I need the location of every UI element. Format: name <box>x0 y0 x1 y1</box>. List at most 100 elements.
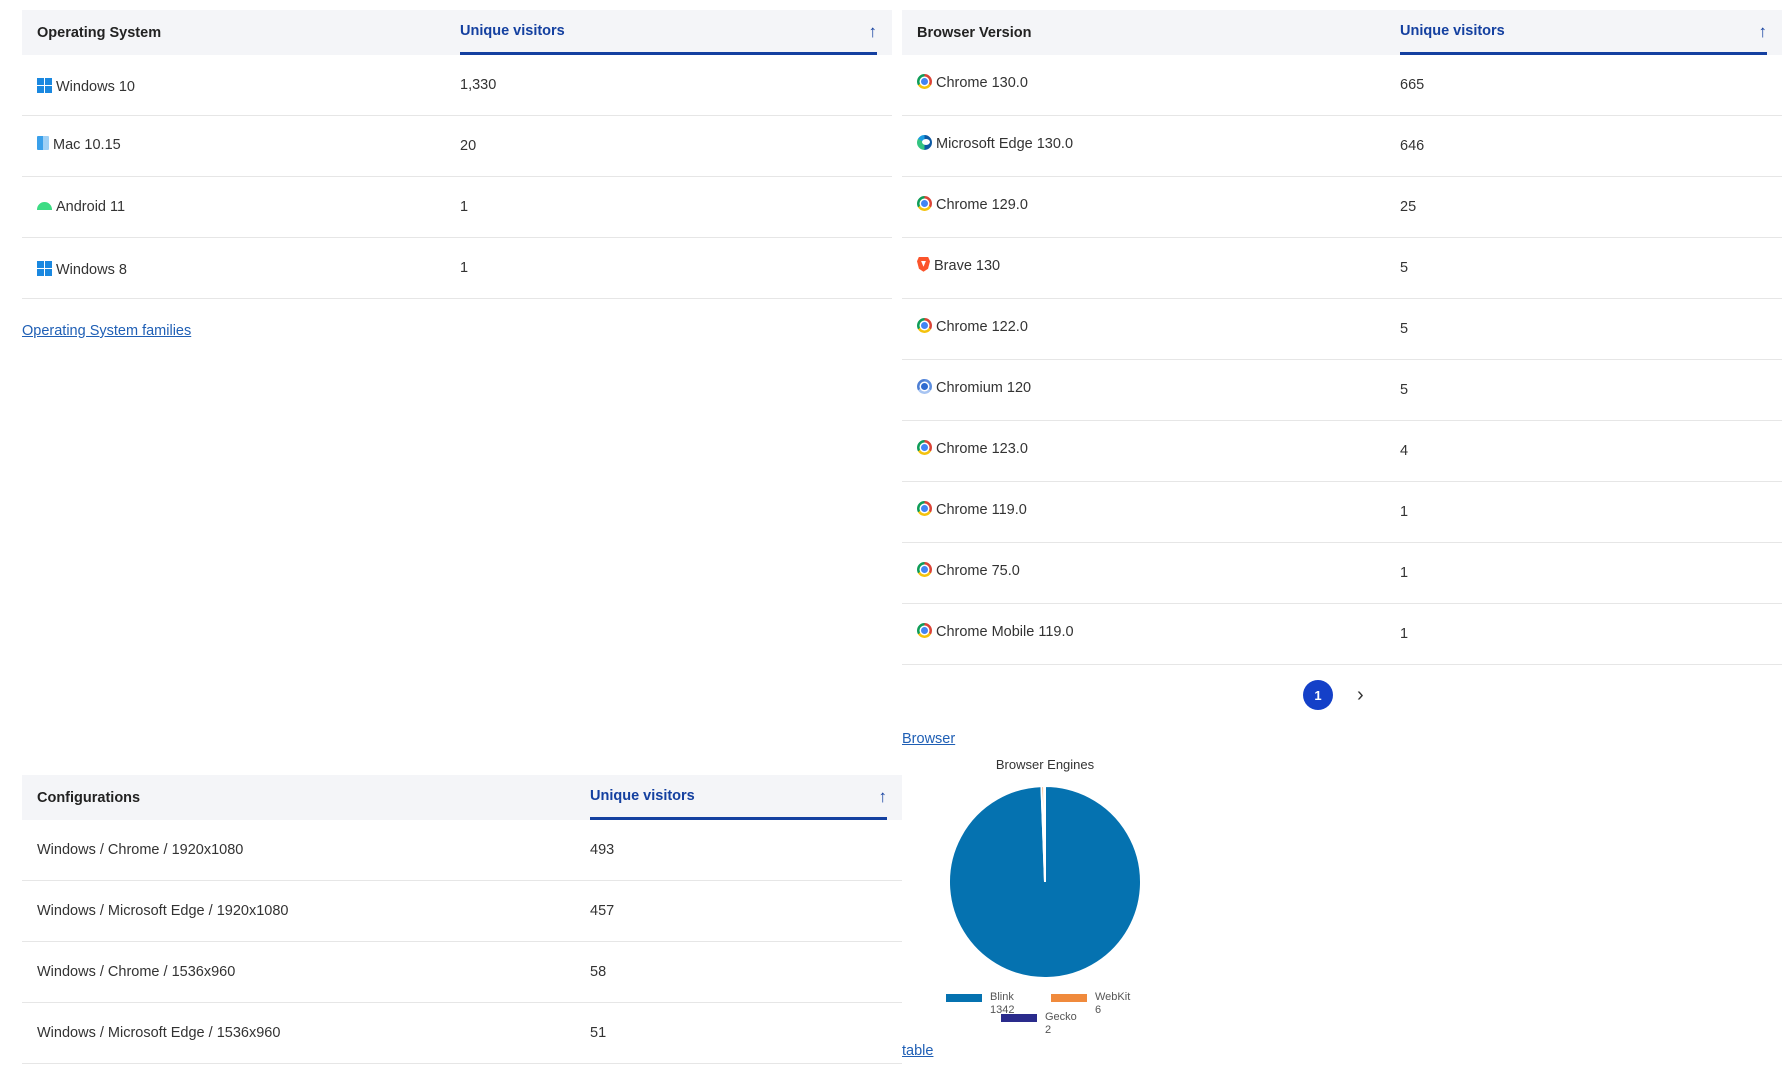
browser-row-value: 5 <box>1400 298 1782 360</box>
os-row-label-wrap: Mac 10.15 <box>37 135 121 153</box>
os-table-row[interactable]: Android 11 1 <box>22 176 892 238</box>
browser-row-label-wrap: Chrome 123.0 <box>917 439 1028 458</box>
arrow-up-icon[interactable]: ↑ <box>869 22 878 42</box>
os-row-label-cell: Windows 10 <box>22 55 460 116</box>
config-table-row[interactable]: Windows / Microsoft Edge / 1536x960 51 <box>22 1002 902 1064</box>
browser-row-value: 5 <box>1400 359 1782 421</box>
os-table-header: Operating System Unique visitors ↑ <box>22 10 892 55</box>
config-row-label-wrap: Windows / Chrome / 1920x1080 <box>37 842 243 858</box>
os-header-metric[interactable]: Unique visitors ↑ <box>460 10 892 55</box>
os-row-label: Windows 10 <box>56 79 135 96</box>
browser-row-label-cell: Chrome 119.0 <box>902 481 1400 543</box>
browser-row-label-cell: Microsoft Edge 130.0 <box>902 115 1400 177</box>
browser-row-label: Chrome 129.0 <box>936 197 1028 214</box>
os-table-row[interactable]: Mac 10.15 20 <box>22 115 892 177</box>
chevron-right-icon[interactable]: › <box>1357 685 1364 705</box>
config-table-header: Configurations Unique visitors ↑ <box>22 775 902 820</box>
browser-table-row[interactable]: Chrome 119.0 1 <box>902 481 1782 543</box>
config-table-row[interactable]: Windows / Chrome / 1536x960 58 <box>22 941 902 1003</box>
os-row-value: 1 <box>460 176 892 238</box>
android-icon <box>37 202 52 210</box>
config-table-row[interactable]: Windows / Chrome / 1920x1080 493 <box>22 820 902 881</box>
legend-label: WebKit 6 <box>1095 991 1130 1017</box>
browser-table-row[interactable]: Chromium 120 5 <box>902 359 1782 421</box>
os-header-label: Operating System <box>37 24 162 41</box>
browser-row-label-wrap: Chrome 130.0 <box>917 73 1028 92</box>
brave-icon <box>917 256 930 272</box>
browser-table-row[interactable]: Chrome Mobile 119.0 1 <box>902 603 1782 665</box>
config-row-label-cell: Windows / Chrome / 1536x960 <box>22 941 590 1003</box>
config-header-metric[interactable]: Unique visitors ↑ <box>590 775 902 820</box>
chrome-icon <box>917 317 932 333</box>
browser-table-header: Browser Version Unique visitors ↑ <box>902 10 1782 55</box>
os-table-row[interactable]: Windows 10 1,330 <box>22 55 892 116</box>
arrow-up-icon[interactable]: ↑ <box>1759 22 1768 42</box>
browser-row-label: Chrome Mobile 119.0 <box>936 624 1074 641</box>
browser-table-row[interactable]: Brave 130 5 <box>902 237 1782 299</box>
browser-engines-pie <box>948 784 1142 979</box>
browser-table-row[interactable]: Microsoft Edge 130.0 646 <box>902 115 1782 177</box>
legend-name: WebKit <box>1095 991 1131 1003</box>
legend-value: 2 <box>1045 1024 1052 1036</box>
browser-header-metric[interactable]: Unique visitors ↑ <box>1400 10 1782 55</box>
browser-row-label-wrap: Chrome 129.0 <box>917 195 1028 214</box>
os-panel: Operating System Unique visitors ↑ Window… <box>22 10 892 299</box>
os-row-label-wrap: Android 11 <box>37 199 125 215</box>
browser-table-row[interactable]: Chrome 123.0 4 <box>902 420 1782 482</box>
browser-table-row[interactable]: Chrome 75.0 1 <box>902 542 1782 604</box>
os-row-label: Android 11 <box>56 199 126 215</box>
browser-row-value: 1 <box>1400 542 1782 604</box>
browser-row-value: 1 <box>1400 603 1782 665</box>
browser-table-row[interactable]: Chrome 129.0 25 <box>902 176 1782 238</box>
os-row-label-wrap: Windows 10 <box>37 77 135 96</box>
config-row-label: Windows / Chrome / 1536x960 <box>37 964 236 980</box>
browser-row-value: 1 <box>1400 481 1782 543</box>
browser-row-label: Chrome 75.0 <box>936 563 1020 580</box>
os-row-label-cell: Mac 10.15 <box>22 115 460 177</box>
config-header-label: Configurations <box>37 789 141 806</box>
browser-table-row[interactable]: Chrome 122.0 5 <box>902 298 1782 360</box>
browser-row-label: Chrome 123.0 <box>936 441 1028 458</box>
browser-table-row[interactable]: Chrome 130.0 665 <box>902 55 1782 116</box>
config-row-label-wrap: Windows / Microsoft Edge / 1536x960 <box>37 1025 280 1041</box>
config-row-label-wrap: Windows / Chrome / 1536x960 <box>37 964 235 980</box>
chart-title: Browser Engines <box>995 757 1095 772</box>
browser-row-label-wrap: Chrome 119.0 <box>917 500 1027 519</box>
page-1-button[interactable]: 1 <box>1303 680 1333 710</box>
browser-row-label: Chrome 119.0 <box>936 502 1027 519</box>
pie-slice-gecko[interactable] <box>1043 784 1046 883</box>
config-row-label: Windows / Microsoft Edge / 1920x1080 <box>37 903 289 919</box>
table-link[interactable]: table <box>902 1043 933 1059</box>
os-row-label: Windows 8 <box>56 262 127 279</box>
chromium-icon <box>917 378 932 394</box>
arrow-up-icon[interactable]: ↑ <box>879 787 888 807</box>
os-row-label-cell: Android 11 <box>22 176 460 238</box>
browser-link[interactable]: Browser <box>902 731 955 747</box>
windows-icon <box>37 260 52 276</box>
config-row-value: 58 <box>590 941 902 1003</box>
os-row-value: 1,330 <box>460 55 892 116</box>
os-table-row[interactable]: Windows 8 1 <box>22 237 892 299</box>
os-families-link[interactable]: Operating System families <box>22 323 191 339</box>
legend-name: Blink <box>990 991 1014 1003</box>
legend-swatch <box>1001 1014 1037 1022</box>
chrome-icon <box>917 73 932 89</box>
os-row-label-wrap: Windows 8 <box>37 260 127 279</box>
legend-label: Gecko 2 <box>1045 1011 1077 1037</box>
config-row-label-wrap: Windows / Microsoft Edge / 1920x1080 <box>37 903 288 919</box>
browser-row-label: Chrome 122.0 <box>936 319 1028 336</box>
chrome-icon <box>917 195 932 211</box>
browser-row-value: 4 <box>1400 420 1782 482</box>
browser-row-label: Brave 130 <box>934 258 1001 275</box>
os-row-value: 1 <box>460 237 892 299</box>
config-table-row[interactable]: Windows / Microsoft Edge / 1920x1080 457 <box>22 880 902 942</box>
browser-table: Browser Version Unique visitors ↑ Chrome … <box>902 10 1782 665</box>
browser-row-label-wrap: Chrome 122.0 <box>917 317 1028 336</box>
browser-row-label: Chrome 130.0 <box>936 75 1028 92</box>
legend-value: 6 <box>1095 1004 1102 1016</box>
config-row-label: Windows / Microsoft Edge / 1536x960 <box>37 1025 281 1041</box>
browser-row-label-cell: Chrome 130.0 <box>902 55 1400 116</box>
os-row-value: 20 <box>460 115 892 177</box>
windows-icon <box>37 77 52 93</box>
config-row-label-cell: Windows / Microsoft Edge / 1920x1080 <box>22 880 590 942</box>
